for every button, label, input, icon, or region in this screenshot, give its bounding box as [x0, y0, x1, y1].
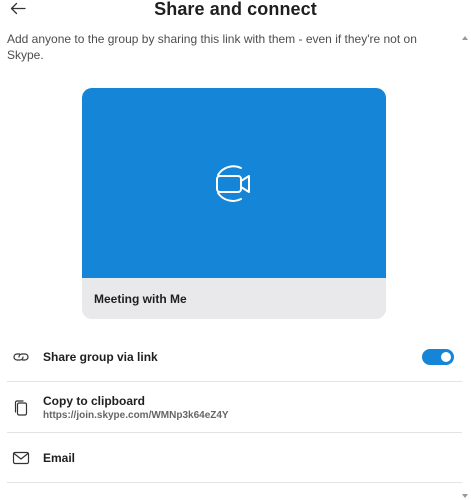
scrollbar[interactable]	[462, 36, 468, 498]
description-text: Add anyone to the group by sharing this …	[7, 32, 417, 62]
email-label: Email	[43, 451, 76, 465]
video-camera-icon	[216, 165, 250, 202]
divider	[7, 432, 462, 433]
meeting-preview	[82, 88, 386, 278]
copy-label: Copy to clipboard	[43, 394, 145, 408]
share-and-connect-dialog: Share and connect Add anyone to the grou…	[0, 0, 471, 500]
scroll-up-arrow-icon[interactable]	[462, 36, 468, 40]
meeting-card: Meeting with Me	[82, 88, 386, 319]
link-icon	[13, 353, 29, 361]
email-row[interactable]: Email	[7, 450, 462, 470]
scroll-down-arrow-icon[interactable]	[462, 494, 468, 498]
header: Share and connect	[0, 0, 471, 30]
copy-to-clipboard-row[interactable]: Copy to clipboard https://join.skype.com…	[7, 393, 462, 423]
share-link-toggle[interactable]	[422, 349, 454, 365]
divider	[7, 381, 462, 382]
divider	[7, 482, 462, 483]
meeting-url: https://join.skype.com/WMNp3k64eZ4Y	[43, 410, 229, 421]
page-title: Share and connect	[154, 0, 317, 19]
share-link-label: Share group via link	[43, 350, 158, 364]
toggle-knob	[441, 352, 451, 362]
copy-icon	[14, 400, 28, 416]
mail-icon	[12, 451, 30, 465]
share-link-row[interactable]: Share group via link	[7, 349, 462, 369]
meeting-name: Meeting with Me	[94, 292, 187, 306]
